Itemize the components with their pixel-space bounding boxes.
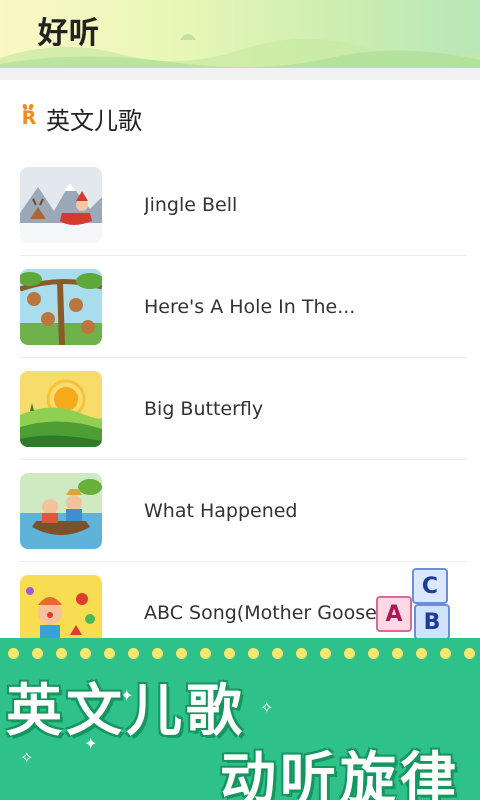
block-b: B — [414, 604, 450, 640]
song-item[interactable]: Big Butterfly — [20, 358, 467, 460]
r-logo-icon: R — [21, 107, 37, 129]
song-title: Big Butterfly — [144, 397, 264, 420]
section-header: R 英文儿歌 — [20, 100, 142, 136]
song-title: What Happened — [144, 499, 298, 522]
song-title: Jingle Bell — [144, 193, 238, 216]
dot-decoration — [0, 648, 480, 660]
sparkle-icon: ✧ — [260, 698, 274, 717]
top-banner: 好听 — [0, 0, 480, 68]
promo-headline: 英文儿歌 — [6, 679, 246, 744]
song-title: Here's A Hole In The... — [144, 295, 356, 318]
header-divider — [0, 68, 480, 80]
song-item[interactable]: Jingle Bell — [20, 154, 467, 256]
promo-subheadline: 动听旋律 — [220, 747, 460, 800]
song-item[interactable]: What Happened — [20, 460, 467, 562]
section-title: 英文儿歌 — [46, 106, 142, 135]
app-title: 好听 — [38, 8, 102, 52]
sparkle-icon: ✧ — [20, 748, 34, 767]
santa-sleigh-thumbnail — [20, 166, 102, 243]
sunset-hills-thumbnail — [20, 370, 102, 447]
promo-banner: ✦ ✦ ✧ ✧ 英文儿歌 动听旋律 — [0, 638, 480, 800]
song-item[interactable]: Here's A Hole In The... — [20, 256, 467, 358]
song-title: ABC Song(Mother Goose... — [144, 601, 395, 624]
block-c: C — [412, 568, 448, 604]
kids-boat-thumbnail — [20, 472, 102, 549]
monkeys-tree-thumbnail — [20, 268, 102, 345]
block-a: A — [376, 596, 412, 632]
